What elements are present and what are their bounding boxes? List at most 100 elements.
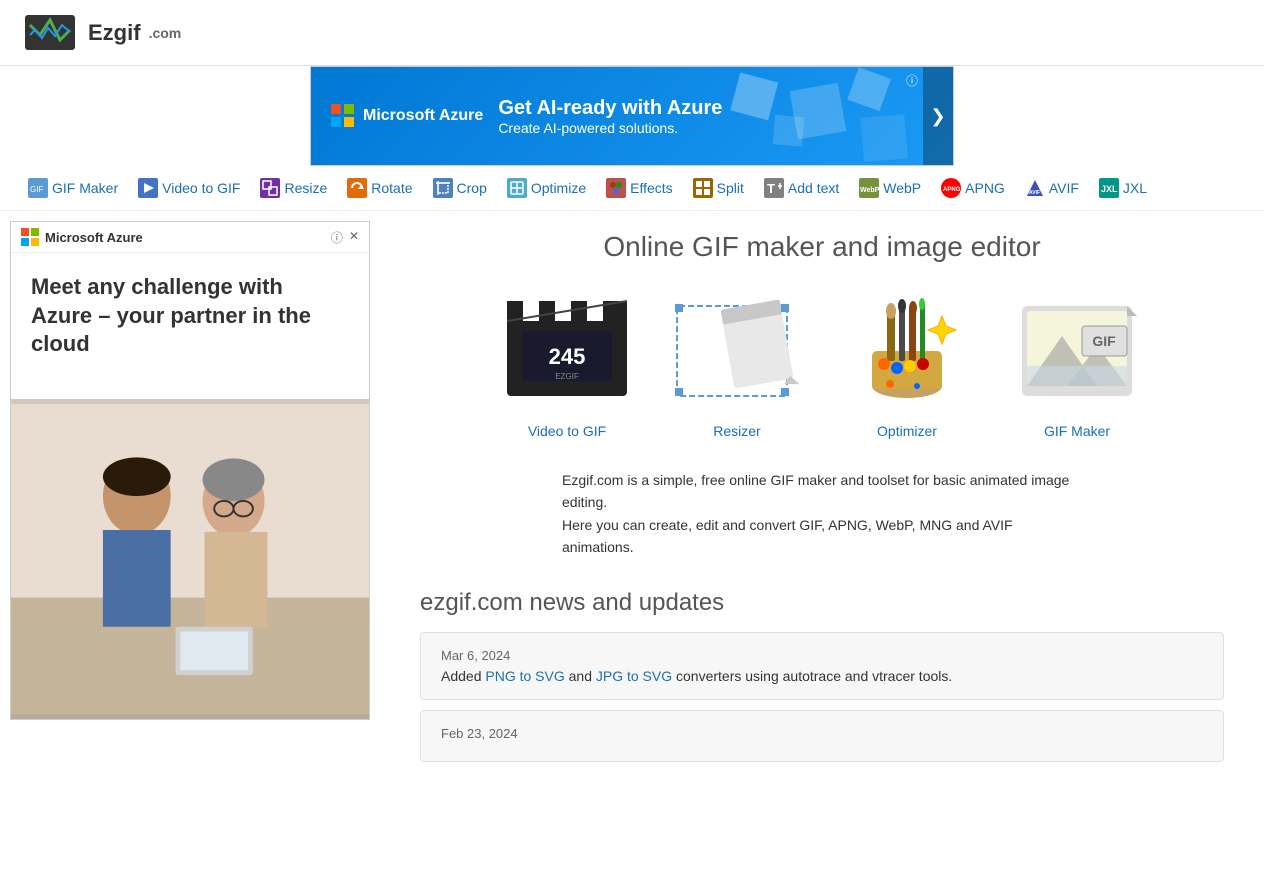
logo-icon [20, 10, 80, 55]
ad-next-button[interactable]: ❯ [923, 67, 953, 165]
svg-text:EZGIF: EZGIF [555, 372, 579, 381]
logo-domain: .com [149, 25, 182, 41]
news-section: ezgif.com news and updates Mar 6, 2024 A… [420, 589, 1224, 762]
optimize-nav-icon [507, 178, 527, 198]
nav-split-label: Split [717, 180, 744, 196]
logo[interactable]: Ezgif .com [20, 10, 181, 55]
azure-squares-icon [331, 104, 355, 128]
jxl-nav-icon: JXL [1099, 178, 1119, 198]
news-item-1: Mar 6, 2024 Added PNG to SVG and JPG to … [420, 632, 1224, 700]
gif-maker-nav-icon: GIF [28, 178, 48, 198]
resize-nav-icon [260, 178, 280, 198]
video-to-gif-icon: 245 EZGIF [497, 293, 637, 413]
feature-resizer-label: Resizer [713, 423, 760, 439]
add-text-nav-icon: T [764, 178, 784, 198]
main-nav: GIF GIF Maker Video to GIF Resize Rotate… [0, 166, 1264, 211]
sidebar-azure-squares-icon [21, 228, 39, 246]
news-link-png-to-svg[interactable]: PNG to SVG [485, 668, 564, 684]
nav-crop-label: Crop [457, 180, 487, 196]
svg-text:WebP: WebP [860, 187, 879, 194]
nav-webp-label: WebP [883, 180, 921, 196]
news-text-after-1: converters using autotrace and vtracer t… [672, 668, 952, 684]
nav-avif[interactable]: AVIF AVIF [1017, 174, 1087, 202]
nav-jxl-label: JXL [1123, 180, 1147, 196]
ad-close-button[interactable]: ⓘ [906, 72, 918, 89]
sidebar-ad: Microsoft Azure ⓘ ✕ Meet any challenge w… [0, 211, 380, 792]
sidebar-ad-header: Microsoft Azure ⓘ ✕ [11, 222, 369, 253]
ad-azure-logo: Microsoft Azure [331, 104, 483, 128]
news-item-2: Feb 23, 2024 [420, 710, 1224, 762]
news-text-middle-1: and [565, 668, 596, 684]
nav-gif-maker[interactable]: GIF GIF Maker [20, 174, 126, 202]
nav-effects-label: Effects [630, 180, 673, 196]
sidebar-ad-content: Meet any challenge with Azure – your par… [11, 253, 369, 399]
nav-video-to-gif[interactable]: Video to GIF [130, 174, 248, 202]
nav-add-text[interactable]: T Add text [756, 174, 847, 202]
nav-rotate[interactable]: Rotate [339, 174, 420, 202]
nav-jxl[interactable]: JXL JXL [1091, 174, 1155, 202]
svg-text:JXL: JXL [1101, 184, 1118, 194]
sidebar-ad-brand: Microsoft Azure [21, 228, 143, 246]
news-section-title: ezgif.com news and updates [420, 589, 1224, 617]
video-to-gif-nav-icon [138, 178, 158, 198]
ad-text: Get AI-ready with Azure Create AI-powere… [498, 97, 722, 136]
nav-resize-label: Resize [284, 180, 327, 196]
nav-split[interactable]: Split [685, 174, 752, 202]
nav-add-text-label: Add text [788, 180, 839, 196]
apng-nav-icon: APNG [941, 178, 961, 198]
effects-nav-icon [606, 178, 626, 198]
crop-nav-icon [433, 178, 453, 198]
sidebar-ad-info-icon[interactable]: ⓘ [331, 229, 343, 246]
svg-text:APNG: APNG [943, 187, 961, 193]
svg-text:T: T [767, 181, 775, 196]
sidebar-ad-close-button[interactable]: ✕ [349, 229, 359, 246]
feature-resizer[interactable]: Resizer [667, 293, 807, 439]
header: Ezgif .com [0, 0, 1264, 66]
nav-avif-label: AVIF [1049, 180, 1079, 196]
sidebar-ad-headline: Meet any challenge with Azure – your par… [31, 273, 349, 359]
description: Ezgif.com is a simple, free online GIF m… [562, 469, 1082, 559]
news-text-1: Added PNG to SVG and JPG to SVG converte… [441, 668, 1203, 684]
nav-effects[interactable]: Effects [598, 174, 681, 202]
feature-optimizer-label: Optimizer [877, 423, 937, 439]
nav-apng-label: APNG [965, 180, 1005, 196]
nav-crop[interactable]: Crop [425, 174, 495, 202]
description-line1: Ezgif.com is a simple, free online GIF m… [562, 469, 1082, 514]
sidebar-ad-image [11, 399, 369, 719]
nav-optimize-label: Optimize [531, 180, 586, 196]
svg-text:GIF: GIF [1092, 333, 1116, 349]
ad-decoration [713, 67, 913, 165]
nav-webp[interactable]: WebP WebP [851, 174, 929, 202]
svg-text:245: 245 [549, 344, 586, 369]
feature-gif-maker[interactable]: GIF GIF Maker [1007, 293, 1147, 439]
main-layout: Microsoft Azure ⓘ ✕ Meet any challenge w… [0, 211, 1264, 792]
avif-nav-icon: AVIF [1025, 178, 1045, 198]
feature-video-to-gif-label: Video to GIF [528, 423, 606, 439]
nav-apng[interactable]: APNG APNG [933, 174, 1013, 202]
gif-maker-feature-icon: GIF [1007, 293, 1147, 413]
top-ad-banner: Microsoft Azure Get AI-ready with Azure … [310, 66, 954, 166]
description-line2: Here you can create, edit and convert GI… [562, 514, 1082, 559]
news-text-before-1: Added [441, 668, 485, 684]
news-date-1: Mar 6, 2024 [441, 648, 1203, 663]
sidebar-ad-brand-name: Microsoft Azure [45, 230, 143, 245]
nav-optimize[interactable]: Optimize [499, 174, 594, 202]
ad-subtext: Create AI-powered solutions. [498, 120, 722, 136]
ad-brand-name: Microsoft Azure [363, 107, 483, 125]
news-link-jpg-to-svg[interactable]: JPG to SVG [596, 668, 672, 684]
webp-nav-icon: WebP [859, 178, 879, 198]
feature-optimizer[interactable]: Optimizer [837, 293, 977, 439]
ad-headline: Get AI-ready with Azure [498, 97, 722, 120]
news-date-2: Feb 23, 2024 [441, 726, 1203, 741]
svg-text:AVIF: AVIF [1029, 190, 1040, 196]
main-content: Online GIF maker and image editor [380, 211, 1264, 792]
features-row: 245 EZGIF Video to GIF [420, 293, 1224, 439]
nav-rotate-label: Rotate [371, 180, 412, 196]
logo-name: Ezgif [88, 20, 141, 46]
nav-resize[interactable]: Resize [252, 174, 335, 202]
feature-gif-maker-label: GIF Maker [1044, 423, 1110, 439]
resizer-icon [667, 293, 807, 413]
nav-video-to-gif-label: Video to GIF [162, 180, 240, 196]
rotate-nav-icon [347, 178, 367, 198]
feature-video-to-gif[interactable]: 245 EZGIF Video to GIF [497, 293, 637, 439]
